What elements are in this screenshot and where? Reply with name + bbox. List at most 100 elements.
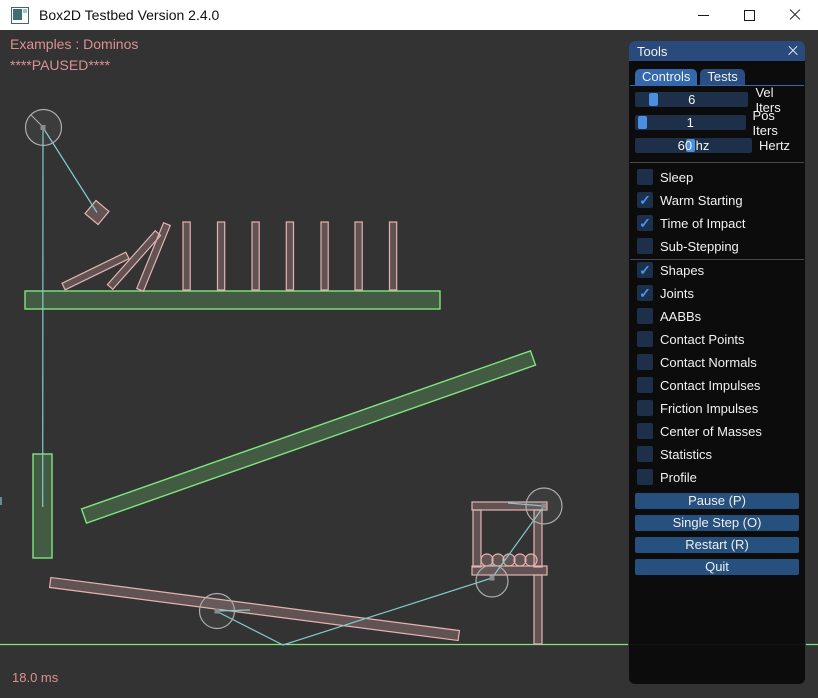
checkbox-label: Sleep bbox=[660, 170, 693, 185]
tabbar: ControlsTests bbox=[630, 69, 804, 86]
tools-panel: Tools ControlsTests 6Vel Iters1Pos Iters… bbox=[628, 40, 806, 685]
dominos-platform bbox=[25, 291, 440, 309]
app-titlebar: Box2D Testbed Version 2.4.0 bbox=[0, 0, 818, 30]
paused-banner: ****PAUSED**** bbox=[10, 57, 111, 73]
slider-label: Pos Iters bbox=[753, 108, 801, 138]
checkbox-time-of-impact[interactable]: ✓Time of Impact bbox=[637, 215, 745, 231]
domino-upright-6 bbox=[355, 222, 362, 290]
tab-controls[interactable]: Controls bbox=[635, 69, 697, 85]
close-icon bbox=[789, 9, 801, 21]
checkbox-box[interactable] bbox=[637, 169, 653, 185]
tab-tests[interactable]: Tests bbox=[700, 69, 744, 85]
domino-upright-2 bbox=[218, 222, 225, 290]
minimize-icon bbox=[698, 15, 709, 16]
checkbox-friction-impulses[interactable]: Friction Impulses bbox=[637, 400, 762, 416]
window-title: Box2D Testbed Version 2.4.0 bbox=[39, 7, 680, 23]
tools-panel-titlebar[interactable]: Tools bbox=[629, 41, 805, 61]
checkbox-box[interactable] bbox=[637, 446, 653, 462]
solver-checkbox-group: Sleep ✓ Warm Starting ✓Time of Impact Sub-St… bbox=[637, 169, 745, 261]
slider-value: 6 bbox=[635, 92, 748, 107]
checkbox-box[interactable]: ✓ bbox=[637, 285, 653, 301]
checkbox-profile[interactable]: Profile bbox=[637, 469, 762, 485]
check-icon: ✓ bbox=[639, 215, 651, 231]
checkbox-box[interactable] bbox=[637, 308, 653, 324]
frame-time-label: 18.0 ms bbox=[12, 670, 59, 685]
pause-p-button[interactable]: Pause (P) bbox=[635, 493, 799, 509]
checkbox-label: Statistics bbox=[660, 447, 712, 462]
checkbox-contact-normals[interactable]: Contact Normals bbox=[637, 354, 762, 370]
checkbox-shapes[interactable]: ✓Shapes bbox=[637, 262, 762, 278]
draw-checkbox-group: ✓Shapes✓JointsAABBsContact PointsContact… bbox=[637, 262, 762, 492]
slider-row-hertz: 60 hz Hertz bbox=[635, 138, 801, 153]
action-buttons: Pause (P) Single Step (O) Restart (R) Quit bbox=[635, 493, 799, 581]
domino-upright-5 bbox=[321, 222, 328, 290]
slider-vel-iters[interactable]: 6 bbox=[635, 92, 748, 107]
slider-pos-iters[interactable]: 1 bbox=[635, 115, 746, 130]
checkbox-label: Friction Impulses bbox=[660, 401, 758, 416]
checkbox-label: Joints bbox=[660, 286, 694, 301]
check-icon: ✓ bbox=[639, 262, 651, 278]
domino-upright-3 bbox=[252, 222, 259, 290]
checkbox-sub-stepping[interactable]: Sub-Stepping bbox=[637, 238, 745, 254]
joint-anchor-dot bbox=[215, 609, 220, 614]
checkbox-aabbs[interactable]: AABBs bbox=[637, 308, 762, 324]
separator bbox=[630, 162, 804, 163]
slider-row-vel-iters: 6Vel Iters bbox=[635, 92, 801, 107]
anchor-circle-frame-bottom bbox=[476, 565, 508, 597]
cradle-balls bbox=[481, 554, 537, 566]
checkbox-label: Contact Normals bbox=[660, 355, 757, 370]
checkbox-contact-impulses[interactable]: Contact Impulses bbox=[637, 377, 762, 393]
checkbox-warm-starting[interactable]: ✓ Warm Starting bbox=[637, 192, 745, 208]
window-controls bbox=[680, 0, 818, 30]
checkbox-box[interactable] bbox=[637, 469, 653, 485]
slider-row-pos-iters: 1Pos Iters bbox=[635, 115, 801, 130]
domino-upright-7 bbox=[390, 222, 397, 290]
tools-panel-title: Tools bbox=[637, 44, 667, 59]
checkbox-box[interactable] bbox=[637, 377, 653, 393]
checkbox-label: Center of Masses bbox=[660, 424, 762, 439]
domino-upright-1 bbox=[183, 222, 190, 290]
joint-anchor-dot bbox=[490, 576, 495, 581]
joint-anchor-dot bbox=[41, 125, 46, 130]
slider-value: 60 hz bbox=[635, 138, 752, 153]
single-step-o-button[interactable]: Single Step (O) bbox=[635, 515, 799, 531]
checkbox-label: Contact Points bbox=[660, 332, 745, 347]
maximize-icon bbox=[744, 10, 755, 21]
checkbox-label: Warm Starting bbox=[660, 193, 743, 208]
checkbox-box[interactable] bbox=[637, 331, 653, 347]
checkbox-label: Contact Impulses bbox=[660, 378, 760, 393]
frame-left-post bbox=[473, 510, 481, 567]
check-icon: ✓ bbox=[639, 192, 651, 208]
tilted-platform bbox=[82, 351, 536, 523]
slider-group: 6Vel Iters1Pos Iters60 hzHertz bbox=[635, 92, 801, 161]
minimize-button[interactable] bbox=[680, 0, 726, 30]
checkbox-statistics[interactable]: Statistics bbox=[637, 446, 762, 462]
checkbox-box[interactable]: ✓ bbox=[637, 262, 653, 278]
separator bbox=[630, 259, 804, 260]
quit-button[interactable]: Quit bbox=[635, 559, 799, 575]
close-button[interactable] bbox=[772, 0, 818, 30]
checkbox-contact-points[interactable]: Contact Points bbox=[637, 331, 762, 347]
checkbox-box[interactable] bbox=[637, 354, 653, 370]
checkbox-joints[interactable]: ✓ Joints bbox=[637, 285, 762, 301]
panel-close-icon[interactable] bbox=[786, 44, 800, 58]
checkbox-label: AABBs bbox=[660, 309, 701, 324]
maximize-button[interactable] bbox=[726, 0, 772, 30]
checkbox-center-of-masses[interactable]: Center of Masses bbox=[637, 423, 762, 439]
checkbox-sleep[interactable]: Sleep bbox=[637, 169, 745, 185]
slider-label: Hertz bbox=[759, 138, 790, 153]
app-icon bbox=[11, 7, 29, 24]
checkbox-box[interactable]: ✓ bbox=[637, 215, 653, 231]
slider-value: 1 bbox=[635, 115, 746, 130]
slider-hertz[interactable]: 60 hz bbox=[635, 138, 752, 153]
restart-r-button[interactable]: Restart (R) bbox=[635, 537, 799, 553]
checkbox-box[interactable]: ✓ bbox=[637, 192, 653, 208]
checkbox-label: Profile bbox=[660, 470, 697, 485]
check-icon: ✓ bbox=[639, 285, 651, 301]
checkbox-box[interactable] bbox=[637, 238, 653, 254]
checkbox-box[interactable] bbox=[637, 423, 653, 439]
checkbox-box[interactable] bbox=[637, 400, 653, 416]
domino-upright-4 bbox=[286, 222, 293, 290]
checkbox-label: Sub-Stepping bbox=[660, 239, 739, 254]
example-title: Examples : Dominos bbox=[10, 36, 138, 52]
